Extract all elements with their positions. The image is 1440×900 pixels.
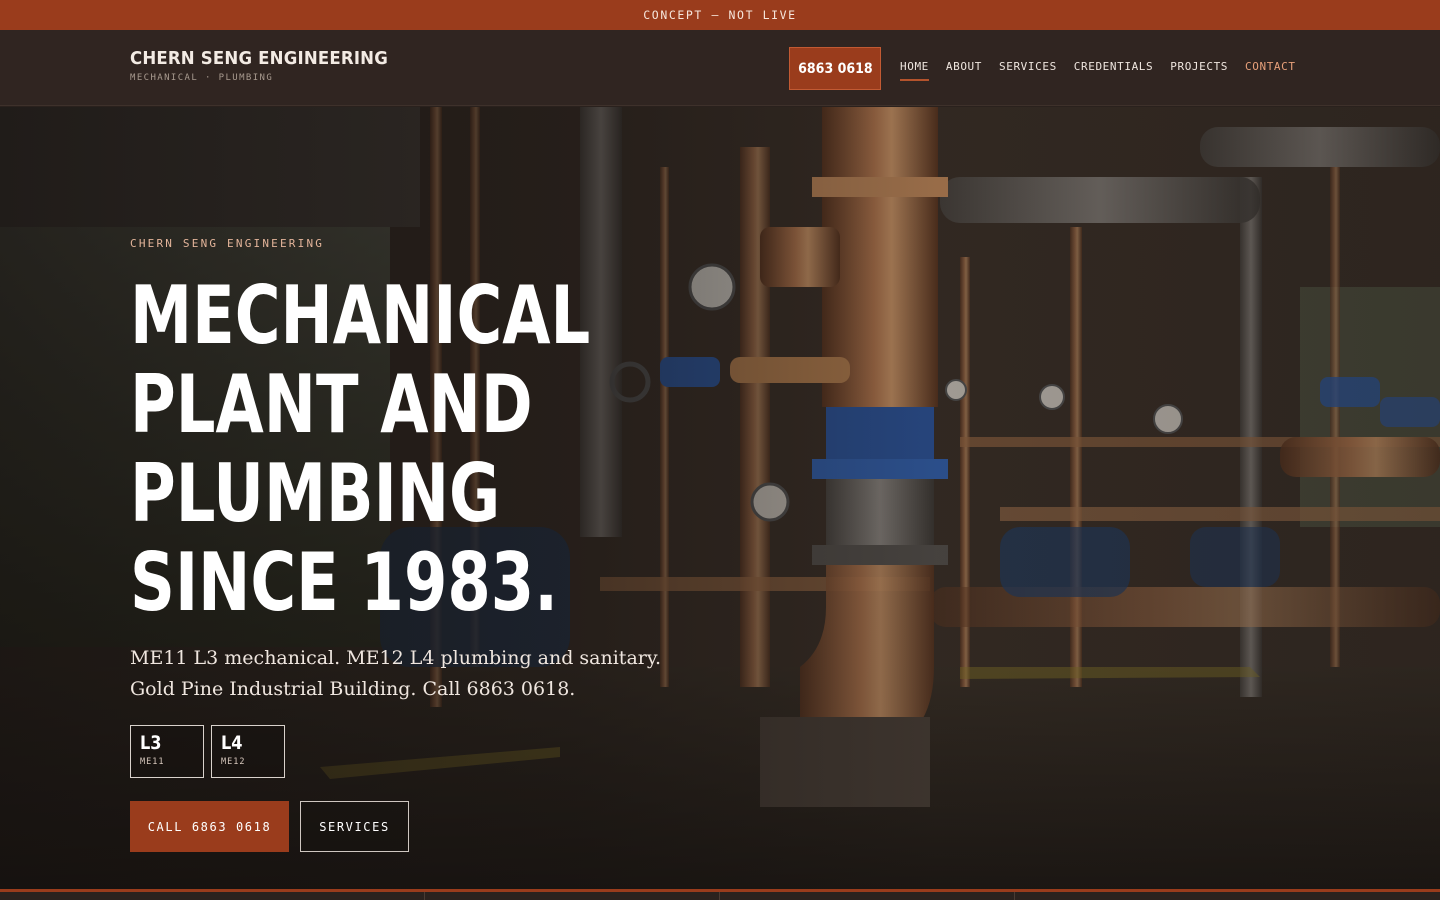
badge-grade: L3	[140, 732, 162, 754]
badge-grade: L4	[221, 732, 243, 754]
nav-services[interactable]: SERVICES	[999, 60, 1057, 81]
license-badge-me11: L3 ME11	[130, 725, 204, 778]
nav-contact[interactable]: CONTACT	[1245, 60, 1296, 81]
phone-button[interactable]: 6863 0618	[789, 47, 881, 90]
badge-code: ME12	[221, 757, 246, 767]
concept-notice: CONCEPT — NOT LIVE	[643, 8, 797, 22]
site-header: CHERN SENG ENGINEERING MECHANICAL · PLUM…	[0, 30, 1440, 106]
brand-logo[interactable]: CHERN SENG ENGINEERING MECHANICAL · PLUM…	[130, 48, 410, 83]
headline-line: MECHANICAL	[130, 269, 591, 362]
license-badge-me12: L4 ME12	[211, 725, 285, 778]
hero-cta-row: CALL 6863 0618 SERVICES	[130, 801, 409, 852]
hero-headline: MECHANICAL PLANT AND PLUMBING SINCE 1983…	[130, 271, 614, 627]
nav-home[interactable]: HOME	[900, 60, 929, 81]
strip-divider	[1014, 892, 1015, 900]
main-nav: HOME ABOUT SERVICES CREDENTIALS PROJECTS…	[900, 60, 1296, 81]
badge-code: ME11	[140, 757, 165, 767]
brand-name: CHERN SENG ENGINEERING	[130, 48, 388, 69]
nav-credentials[interactable]: CREDENTIALS	[1074, 60, 1153, 81]
call-button[interactable]: CALL 6863 0618	[130, 801, 289, 852]
nav-about[interactable]: ABOUT	[946, 60, 982, 81]
stats-strip-edge	[0, 889, 1440, 900]
nav-projects[interactable]: PROJECTS	[1170, 60, 1228, 81]
concept-banner: CONCEPT — NOT LIVE	[0, 0, 1440, 30]
hero-section: CHERN SENG ENGINEERING MECHANICAL PLANT …	[0, 107, 1440, 890]
services-button[interactable]: SERVICES	[300, 801, 409, 852]
strip-divider	[424, 892, 425, 900]
hero-eyebrow: CHERN SENG ENGINEERING	[130, 237, 325, 250]
hero-lead: ME11 L3 mechanical. ME12 L4 plumbing and…	[130, 647, 662, 700]
brand-tagline: MECHANICAL · PLUMBING	[130, 73, 274, 83]
strip-divider	[719, 892, 720, 900]
phone-button-label: 6863 0618	[797, 60, 873, 77]
headline-line: PLANT AND	[130, 358, 533, 451]
headline-line: SINCE 1983.	[130, 536, 558, 629]
license-badges: L3 ME11 L4 ME12	[130, 725, 285, 778]
headline-line: PLUMBING	[130, 447, 501, 540]
